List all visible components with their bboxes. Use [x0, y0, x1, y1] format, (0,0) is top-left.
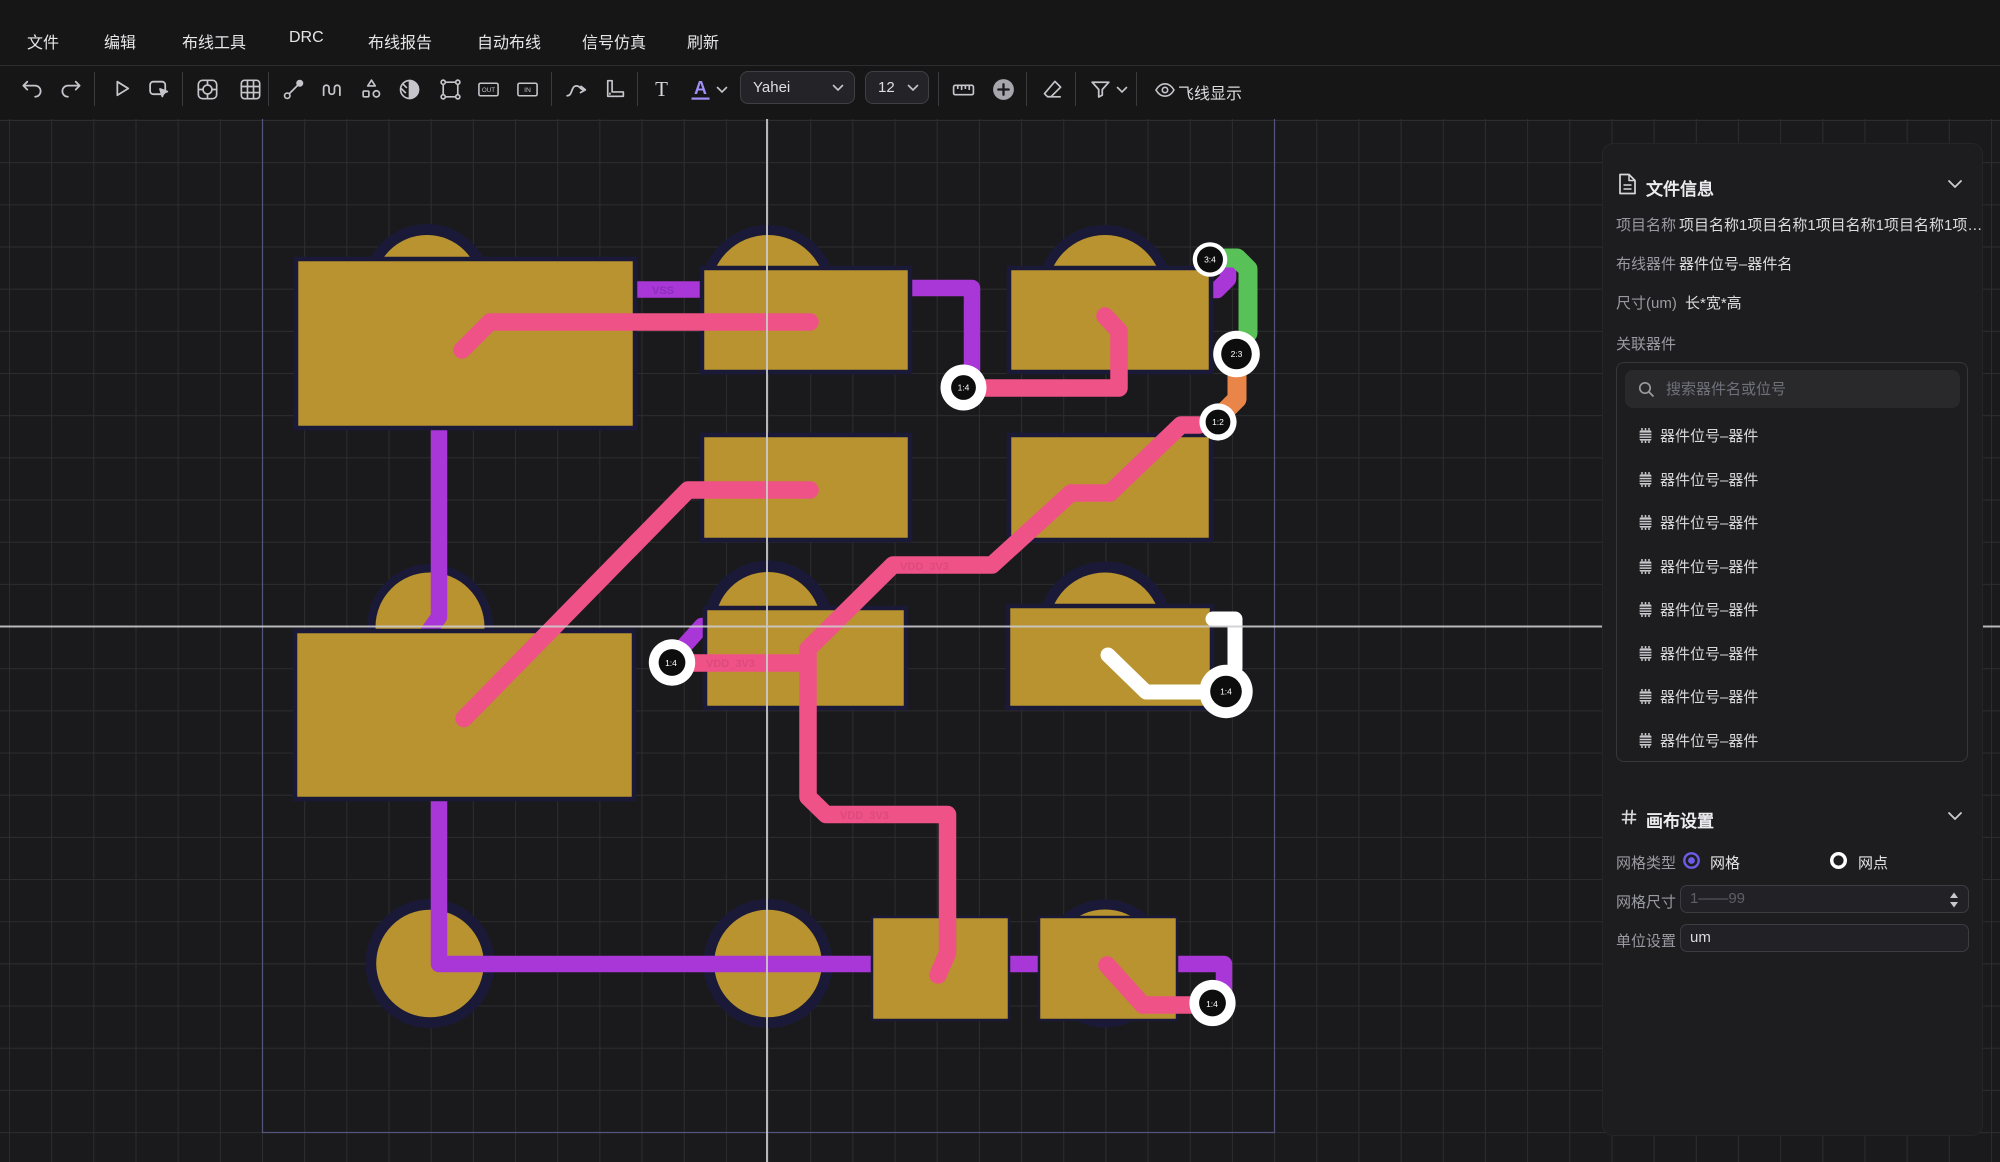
svg-text:1:2: 1:2	[1212, 417, 1224, 427]
svg-text:1:4: 1:4	[1206, 999, 1218, 1009]
svg-text:3:4: 3:4	[1204, 255, 1216, 265]
svg-text:1:4: 1:4	[958, 383, 970, 393]
svg-text:1:4: 1:4	[1220, 687, 1232, 697]
svg-text:IN: IN	[524, 87, 531, 94]
svg-text:VDD_3V3: VDD_3V3	[706, 658, 755, 670]
svg-text:VDD_3V3: VDD_3V3	[900, 561, 949, 573]
svg-text:2:3: 2:3	[1231, 349, 1243, 359]
svg-text:A: A	[694, 78, 707, 98]
svg-text:T: T	[655, 77, 668, 101]
svg-text:VDD_3V3: VDD_3V3	[840, 810, 889, 822]
svg-text:1:4: 1:4	[665, 658, 677, 668]
svg-text:OUT: OUT	[482, 87, 495, 94]
svg-text:VSS: VSS	[652, 285, 674, 297]
